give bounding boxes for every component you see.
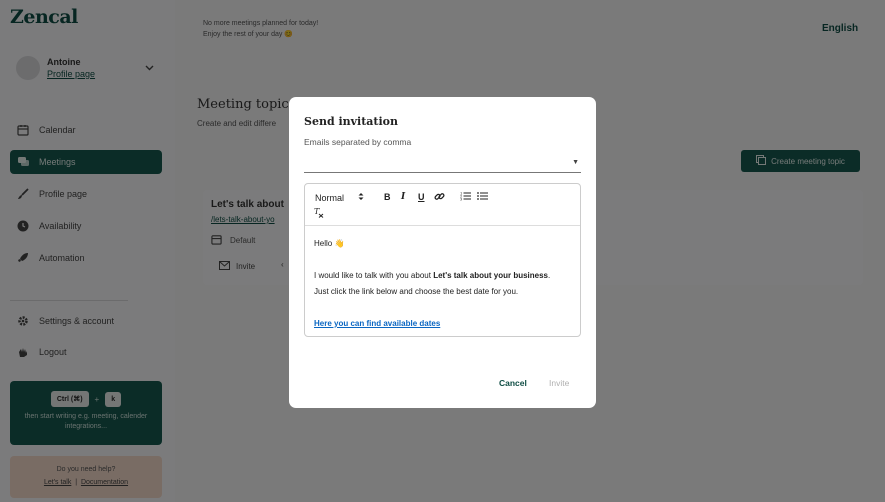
invite-button[interactable]: Invite	[549, 378, 569, 388]
message-line-1-suffix: .	[548, 271, 551, 280]
link-icon[interactable]	[434, 191, 445, 202]
message-line-1-prefix: I would like to talk with you about	[314, 271, 434, 280]
message-line-2: Just click the link below and choose the…	[314, 287, 519, 296]
editor-toolbar: Normal B I U 123 T	[305, 184, 580, 226]
format-select[interactable]: Normal	[315, 192, 364, 203]
ordered-list-icon[interactable]: 123	[460, 191, 471, 201]
greeting-line: Hello 👋	[314, 239, 345, 248]
dialog-title: Send invitation	[304, 115, 399, 128]
message-line-1: I would like to talk with you about Let'…	[314, 268, 571, 284]
updown-arrows-icon	[358, 192, 364, 203]
italic-button[interactable]: I	[401, 192, 405, 202]
underline-button[interactable]: U	[418, 192, 425, 202]
topic-name-bold: Let's talk about your business	[433, 271, 549, 280]
cancel-button[interactable]: Cancel	[499, 378, 527, 388]
editor-content[interactable]: Hello 👋 I would like to talk with you ab…	[305, 226, 580, 342]
format-select-value: Normal	[315, 192, 345, 203]
bold-button[interactable]: B	[384, 192, 391, 202]
dropdown-arrow-icon[interactable]: ▼	[572, 159, 579, 166]
message-editor[interactable]: Normal B I U 123 T Hello 👋 I would like …	[304, 183, 581, 337]
emails-label: Emails separated by comma	[304, 137, 412, 147]
emails-input[interactable]: ▼	[304, 153, 581, 173]
bullet-list-icon[interactable]	[477, 191, 488, 201]
svg-text:3: 3	[460, 198, 462, 202]
clear-format-icon[interactable]: T	[314, 207, 325, 218]
send-invitation-dialog: Send invitation Emails separated by comm…	[289, 97, 596, 408]
available-dates-link[interactable]: Here you can find available dates	[314, 319, 440, 328]
